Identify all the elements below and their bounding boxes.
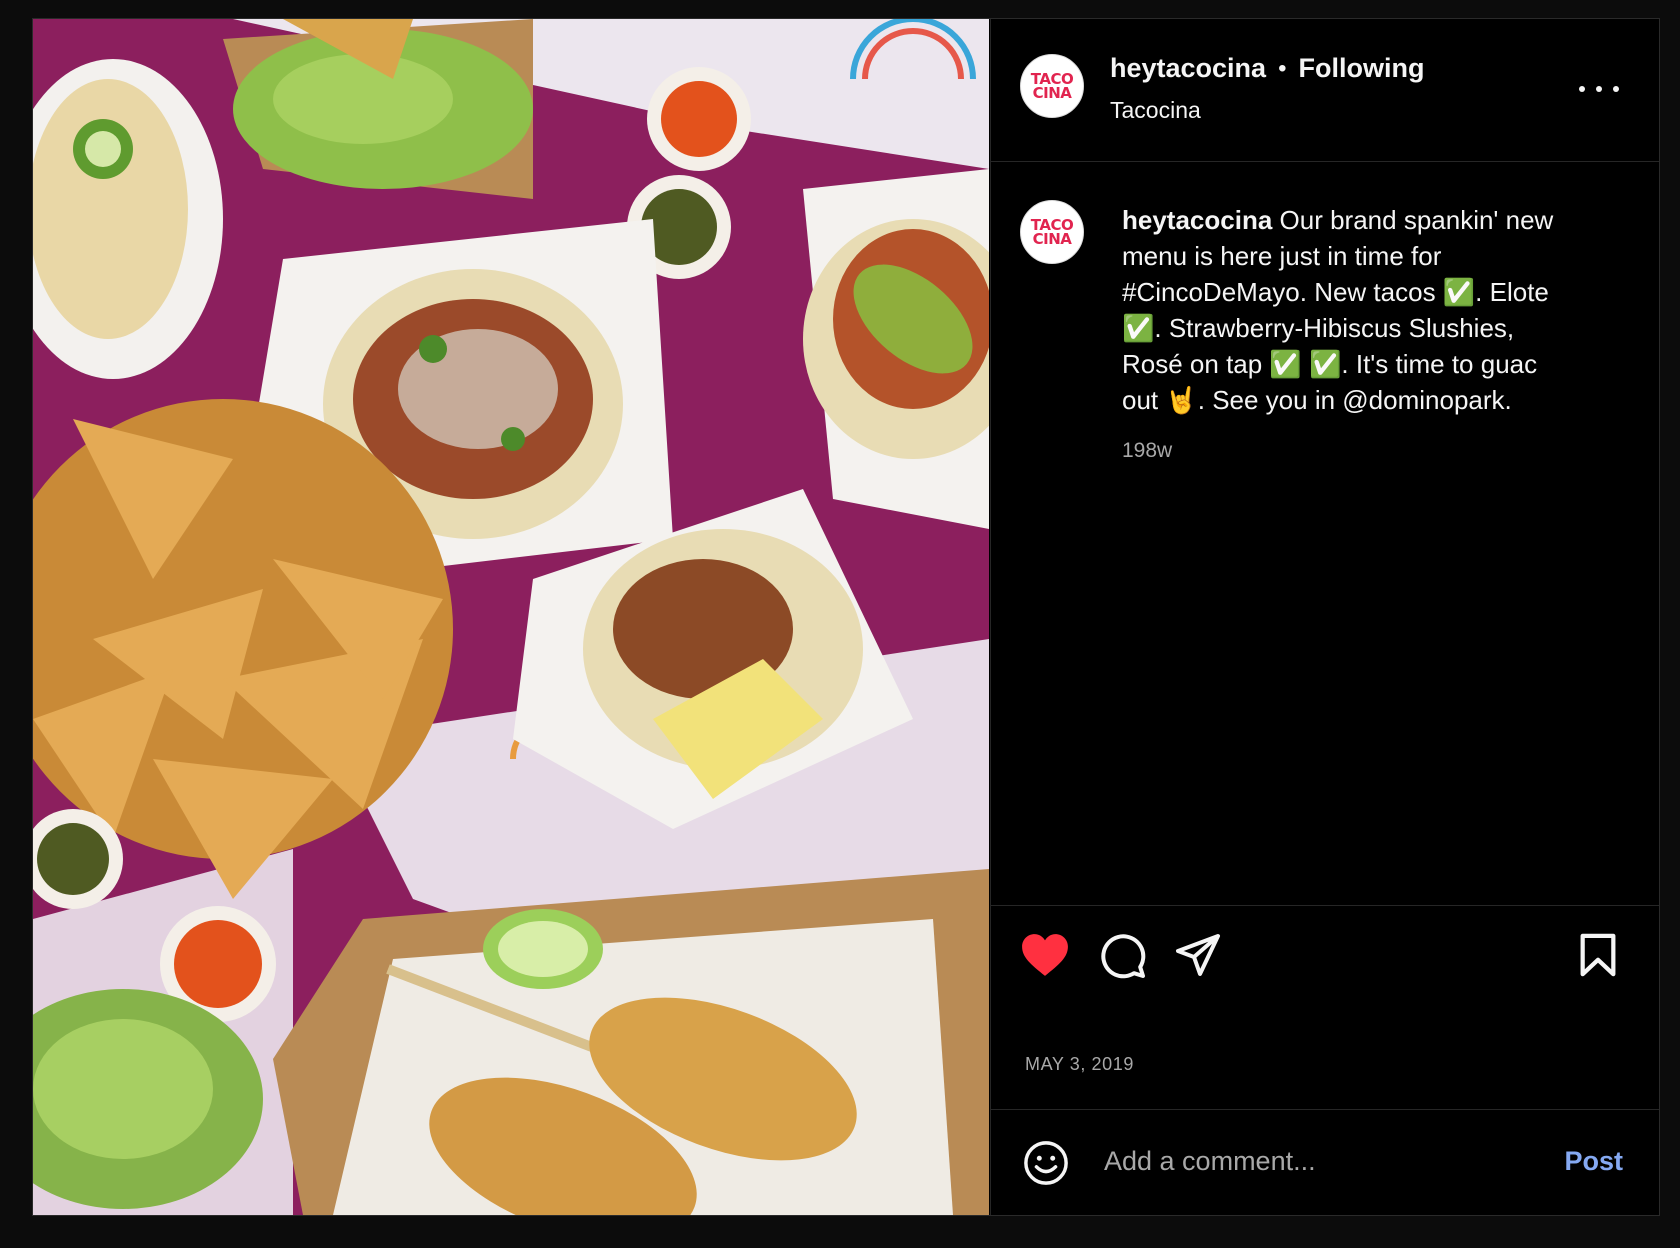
author-line: heytacocina • Following — [1110, 53, 1424, 84]
caption-line: #CincoDeMayo. New tacos ✅. Elote — [1122, 277, 1549, 307]
post-dialog: TACO CINA heytacocina • Following Tacoci… — [32, 18, 1660, 1216]
following-button[interactable]: Following — [1298, 53, 1424, 84]
post-caption: heytacocina Our brand spankin' new menu … — [1122, 202, 1592, 418]
post-photo[interactable] — [33, 19, 989, 1215]
separator-dot: • — [1278, 54, 1287, 82]
post-date: MAY 3, 2019 — [1025, 1054, 1135, 1074]
comment-input[interactable] — [1102, 1138, 1536, 1184]
emoji-icon[interactable] — [1023, 1140, 1069, 1191]
tacocina-logo: TACO CINA — [1030, 70, 1074, 102]
action-bar — [991, 906, 1659, 1016]
post-side-panel: TACO CINA heytacocina • Following Tacoci… — [990, 19, 1659, 1215]
post-location[interactable]: Tacocina — [1110, 97, 1201, 124]
caption-line: menu is here just in time for — [1122, 241, 1442, 271]
more-options-icon[interactable] — [1579, 81, 1619, 97]
caption-line: Our brand spankin' new — [1279, 205, 1554, 235]
bookmark-icon[interactable] — [1578, 932, 1618, 983]
food-photo-illustration — [33, 19, 989, 1215]
caption-username[interactable]: heytacocina — [1122, 205, 1272, 235]
author-avatar[interactable]: TACO CINA — [1020, 54, 1084, 118]
caption-line: out 🤘. See you in @dominopark. — [1122, 385, 1512, 415]
comment-icon[interactable] — [1099, 932, 1147, 985]
comment-bar: Post — [991, 1109, 1659, 1216]
caption-line: Rosé on tap ✅ ✅. It's time to guac — [1122, 349, 1538, 379]
post-header: TACO CINA heytacocina • Following Tacoci… — [991, 19, 1659, 162]
caption-area: TACO CINA heytacocina Our brand spankin'… — [991, 162, 1659, 906]
tacocina-logo: TACO CINA — [1030, 216, 1074, 248]
post-comment-button[interactable]: Post — [1564, 1146, 1623, 1177]
share-icon[interactable] — [1174, 932, 1222, 983]
heart-icon[interactable] — [1020, 932, 1070, 983]
caption-line: ✅. Strawberry-Hibiscus Slushies, — [1122, 313, 1515, 343]
post-time-ago[interactable]: 198w — [1122, 439, 1172, 463]
author-username[interactable]: heytacocina — [1110, 53, 1266, 84]
caption-avatar[interactable]: TACO CINA — [1020, 200, 1084, 264]
